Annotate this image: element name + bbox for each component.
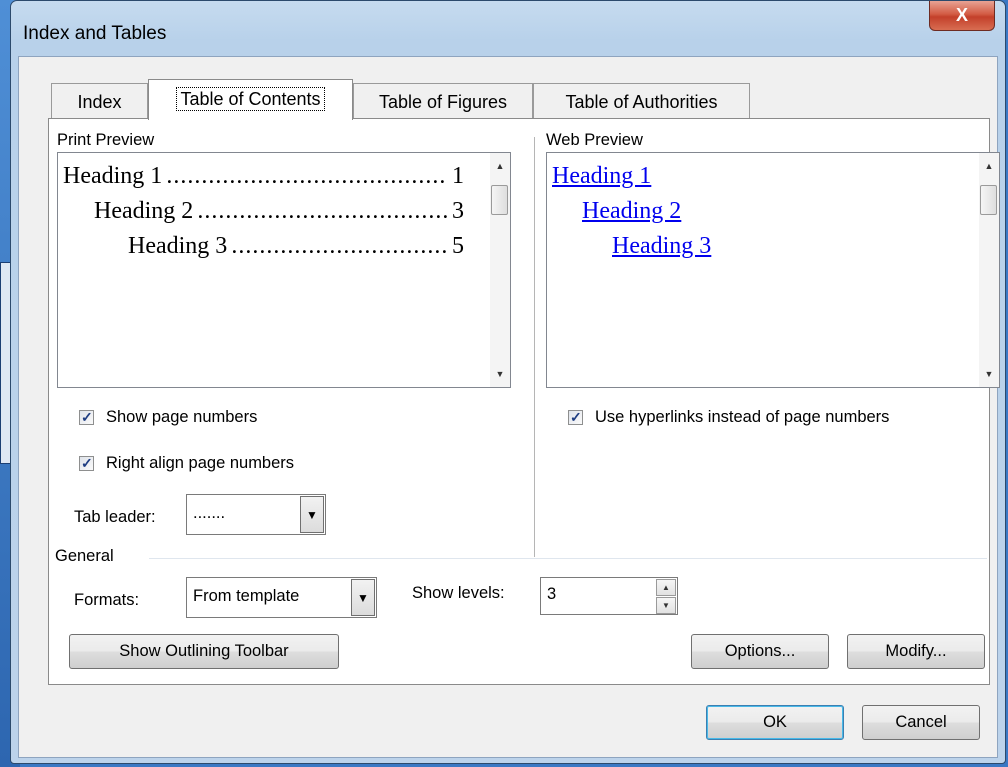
tab-table-of-figures-label: Table of Figures bbox=[378, 92, 508, 112]
web-preview-label: Web Preview bbox=[546, 131, 643, 149]
tab-table-of-figures[interactable]: Table of Figures bbox=[353, 83, 533, 119]
tab-leader-select[interactable]: ....... ▼ bbox=[186, 494, 326, 535]
spin-down-icon[interactable]: ▼ bbox=[656, 597, 676, 614]
tab-index[interactable]: Index bbox=[51, 83, 148, 119]
close-button[interactable]: X bbox=[929, 1, 995, 31]
tab-table-of-authorities[interactable]: Table of Authorities bbox=[533, 83, 750, 119]
chevron-down-icon[interactable]: ▼ bbox=[300, 496, 324, 533]
tab-table-of-contents[interactable]: Table of Contents bbox=[148, 79, 353, 120]
scroll-thumb[interactable] bbox=[980, 185, 997, 215]
scroll-up-arrow-icon[interactable]: ▲ bbox=[494, 161, 506, 171]
tab-panel-table-of-contents: Print Preview Heading 1 1 Heading 2 3 He… bbox=[48, 118, 1000, 685]
formats-select[interactable]: From template ▼ bbox=[186, 577, 377, 618]
scroll-up-arrow-icon[interactable]: ▲ bbox=[983, 161, 995, 171]
tab-leader-value: ....... bbox=[193, 504, 226, 522]
web-preview-scrollbar[interactable]: ▲ ▼ bbox=[979, 153, 999, 387]
general-group-label: General bbox=[55, 547, 114, 565]
toc-entry-3: Heading 3 5 bbox=[128, 233, 464, 260]
formats-value: From template bbox=[193, 587, 300, 605]
right-align-page-numbers-label[interactable]: Right align page numbers bbox=[106, 454, 294, 473]
web-preview-box[interactable]: Heading 1 Heading 2 Heading 3 ▲ ▼ bbox=[546, 152, 1000, 388]
preview-divider bbox=[534, 137, 535, 557]
show-page-numbers-label[interactable]: Show page numbers bbox=[106, 408, 257, 427]
scroll-down-arrow-icon[interactable]: ▼ bbox=[983, 369, 995, 379]
toc-entry-page: 5 bbox=[452, 233, 464, 259]
show-levels-spinner[interactable]: 3 ▲ ▼ bbox=[540, 577, 678, 615]
print-preview-label: Print Preview bbox=[57, 131, 155, 149]
toc-entry-text: Heading 3 bbox=[128, 233, 228, 259]
toc-leader-dots bbox=[231, 233, 448, 260]
formats-label: Formats: bbox=[74, 591, 140, 609]
tab-table-of-contents-label: Table of Contents bbox=[176, 87, 325, 111]
toc-leader-dots bbox=[166, 163, 448, 190]
general-group-line bbox=[149, 558, 987, 559]
checkmark-icon: ✓ bbox=[570, 409, 582, 425]
web-preview-link-heading-1[interactable]: Heading 1 bbox=[552, 163, 651, 190]
show-levels-label: Show levels: bbox=[412, 584, 505, 602]
scroll-down-arrow-icon[interactable]: ▼ bbox=[494, 369, 506, 379]
use-hyperlinks-checkbox[interactable]: ✓ bbox=[568, 409, 583, 425]
print-preview-scrollbar[interactable]: ▲ ▼ bbox=[490, 153, 510, 387]
show-outlining-toolbar-button[interactable]: Show Outlining Toolbar bbox=[69, 634, 339, 669]
toc-entry-1: Heading 1 1 bbox=[63, 163, 464, 190]
close-icon: X bbox=[955, 5, 968, 25]
print-preview-content: Heading 1 1 Heading 2 3 Heading 3 5 bbox=[58, 153, 490, 387]
toc-entry-2: Heading 2 3 bbox=[94, 198, 464, 225]
toc-entry-text: Heading 1 bbox=[63, 163, 163, 189]
chevron-down-icon[interactable]: ▼ bbox=[351, 579, 375, 616]
web-preview-link-heading-2[interactable]: Heading 2 bbox=[582, 198, 681, 225]
cancel-button[interactable]: Cancel bbox=[862, 705, 980, 740]
dialog-title: Index and Tables bbox=[23, 23, 167, 44]
checkmark-icon: ✓ bbox=[81, 455, 93, 471]
web-preview-link-heading-3[interactable]: Heading 3 bbox=[612, 233, 711, 260]
tab-index-label: Index bbox=[77, 92, 122, 112]
modify-button[interactable]: Modify... bbox=[847, 634, 985, 669]
spin-buttons[interactable]: ▲ ▼ bbox=[656, 579, 676, 614]
toc-leader-dots bbox=[197, 198, 448, 225]
show-levels-value: 3 bbox=[547, 585, 557, 603]
dialog-client-area: Index Table of Contents Table of Figures… bbox=[18, 56, 1000, 758]
web-preview-content: Heading 1 Heading 2 Heading 3 bbox=[547, 153, 979, 387]
tab-leader-label: Tab leader: bbox=[74, 508, 156, 526]
dropdown-arrow: ▼ bbox=[306, 508, 318, 522]
toc-entry-page: 3 bbox=[452, 198, 464, 224]
options-button[interactable]: Options... bbox=[691, 634, 829, 669]
ok-button[interactable]: OK bbox=[706, 705, 844, 740]
right-align-page-numbers-checkbox[interactable]: ✓ bbox=[79, 455, 94, 471]
scroll-thumb[interactable] bbox=[491, 185, 508, 215]
toc-entry-text: Heading 2 bbox=[94, 198, 194, 224]
tab-table-of-authorities-label: Table of Authorities bbox=[565, 92, 718, 112]
show-page-numbers-checkbox[interactable]: ✓ bbox=[79, 409, 94, 425]
use-hyperlinks-label[interactable]: Use hyperlinks instead of page numbers bbox=[595, 408, 889, 427]
checkmark-icon: ✓ bbox=[81, 409, 93, 425]
index-and-tables-dialog: Index and Tables X Index Table of Conten… bbox=[10, 0, 1006, 764]
spin-up-icon[interactable]: ▲ bbox=[656, 579, 676, 596]
toc-entry-page: 1 bbox=[452, 163, 464, 189]
dropdown-arrow: ▼ bbox=[357, 591, 369, 605]
print-preview-box[interactable]: Heading 1 1 Heading 2 3 Heading 3 5 bbox=[57, 152, 511, 388]
